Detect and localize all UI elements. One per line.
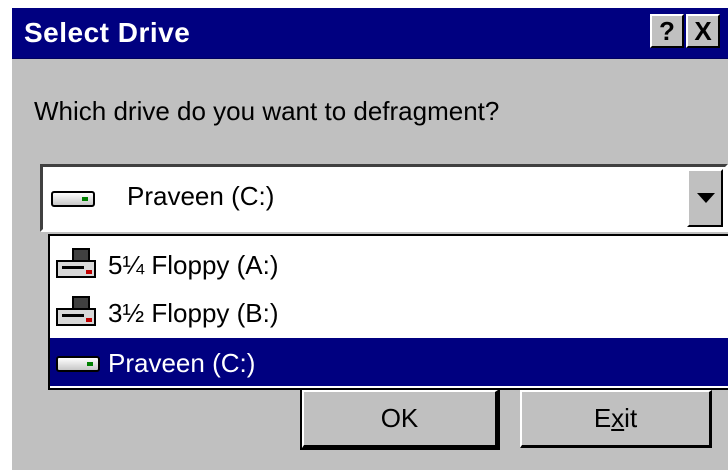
close-button[interactable]: X — [686, 14, 720, 48]
list-item-floppy-a[interactable]: 5¼ Floppy (A:) — [50, 240, 728, 288]
window-title: Select Drive — [24, 17, 191, 48]
title-bar[interactable]: Select Drive ? X — [12, 8, 728, 59]
combobox-value: Praveen (C:) — [127, 181, 275, 211]
exit-label-pre: E — [593, 403, 612, 433]
exit-label-post: it — [624, 403, 638, 433]
list-item-label: 3½ Floppy (B:) — [108, 298, 279, 328]
dropdown-arrow-button[interactable] — [687, 169, 723, 227]
exit-button[interactable]: Exit — [520, 390, 712, 448]
help-button[interactable]: ? — [650, 14, 684, 48]
select-drive-dialog: Select Drive ? X Which drive do you want… — [0, 0, 728, 470]
list-item-praveen-c[interactable]: Praveen (C:) — [50, 338, 728, 386]
floppy-drive-icon — [56, 296, 98, 328]
hard-drive-icon — [56, 356, 100, 372]
floppy-drive-icon — [56, 248, 98, 280]
list-item-floppy-b[interactable]: 3½ Floppy (B:) — [50, 288, 728, 336]
list-item-label: 5¼ Floppy (A:) — [108, 250, 279, 280]
prompt-label: Which drive do you want to defragment? — [34, 96, 500, 126]
hard-drive-icon — [51, 191, 95, 207]
drive-combobox[interactable]: Praveen (C:) — [40, 164, 728, 232]
exit-label-mnemonic: x — [611, 403, 625, 433]
drive-dropdown-list[interactable]: 5¼ Floppy (A:) 3½ Floppy (B:) Praveen (C… — [48, 234, 728, 390]
list-item-label: Praveen (C:) — [108, 348, 256, 378]
ok-button[interactable]: OK — [300, 388, 500, 450]
